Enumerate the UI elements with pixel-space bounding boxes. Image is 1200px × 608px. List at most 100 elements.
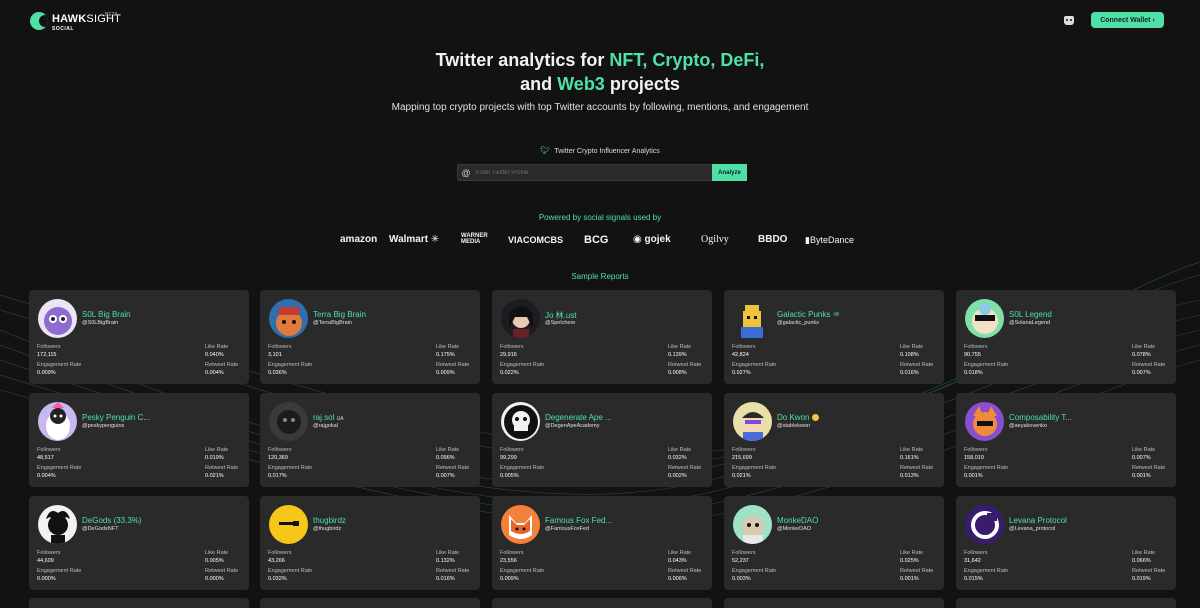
report-card-partial[interactable] bbox=[29, 598, 249, 608]
engagement-rate-value: 0.004% bbox=[37, 473, 56, 479]
top-header: HAWKSIGHT SOCIAL BETA Connect Wallet › bbox=[30, 10, 1164, 34]
brand-gojek-text: gojek bbox=[644, 234, 671, 245]
retweet-rate-label: Retweet Rate bbox=[436, 465, 470, 471]
report-card[interactable]: raj.sol UA @rajgokal Followers 120,369 E… bbox=[260, 393, 480, 487]
engagement-rate-label: Engagement Rate bbox=[964, 465, 1009, 471]
engagement-rate-label: Engagement Rate bbox=[500, 568, 545, 574]
like-rate-value: 0.139% bbox=[668, 352, 687, 358]
hero-title-highlight2: Web3 bbox=[557, 74, 605, 94]
followers-value: 52,237 bbox=[732, 558, 749, 564]
like-rate-label: Like Rate bbox=[205, 344, 229, 350]
hawksight-logo[interactable]: HAWKSIGHT SOCIAL BETA bbox=[30, 10, 121, 32]
gojek-circle-icon: ◉ bbox=[633, 234, 642, 245]
brand-bytedance-logo: ▮ByteDance bbox=[805, 232, 854, 248]
retweet-rate-value: 0.007% bbox=[436, 473, 455, 479]
analytics-label: 🐦︎ Twitter Crypto Influencer Analytics bbox=[0, 146, 1200, 155]
engagement-rate-value: 0.036% bbox=[268, 370, 287, 376]
report-card[interactable]: DeGods (33.3%) @DeGodsNFT Followers 44,6… bbox=[29, 496, 249, 590]
retweet-rate-value: 0.004% bbox=[205, 370, 224, 376]
card-name: Galactic Punks ♒ bbox=[777, 310, 840, 319]
engagement-rate-value: 0.021% bbox=[732, 473, 751, 479]
report-card[interactable]: Famous Fox Fed... @FamousFoxFed Follower… bbox=[492, 496, 712, 590]
retweet-rate-label: Retweet Rate bbox=[668, 465, 702, 471]
retweet-rate-value: 0.021% bbox=[205, 473, 224, 479]
like-rate-label: Like Rate bbox=[668, 447, 692, 453]
like-rate-value: 0.132% bbox=[436, 558, 455, 564]
report-card[interactable]: Pesky Penguin C... @peskypenguins Follow… bbox=[29, 393, 249, 487]
report-card-partial[interactable] bbox=[956, 598, 1176, 608]
report-card[interactable]: Terra Big Brain @TerraBigBrain Followers… bbox=[260, 290, 480, 384]
like-rate-label: Like Rate bbox=[436, 550, 460, 556]
report-card[interactable]: Degenerate Ape ... @DegenApeAcademy Foll… bbox=[492, 393, 712, 487]
followers-label: Followers bbox=[500, 447, 524, 453]
card-name: Terra Big Brain bbox=[313, 310, 366, 319]
card-handle: @thugbirdz bbox=[313, 526, 342, 532]
avatar bbox=[501, 505, 540, 544]
avatar bbox=[501, 299, 540, 338]
report-card[interactable]: Levana Protocol @Levana_protocol Followe… bbox=[956, 496, 1176, 590]
report-card[interactable]: S0L Big Brain @S0LBigBrain Followers 172… bbox=[29, 290, 249, 384]
report-card[interactable]: Galactic Punks ♒ @galactic_punks Followe… bbox=[724, 290, 944, 384]
avatar bbox=[965, 402, 1004, 441]
retweet-rate-label: Retweet Rate bbox=[436, 362, 470, 368]
engagement-rate-label: Engagement Rate bbox=[268, 568, 313, 574]
avatar bbox=[965, 505, 1004, 544]
report-card[interactable]: Composability T... @aeyakovenko Follower… bbox=[956, 393, 1176, 487]
connect-wallet-button[interactable]: Connect Wallet › bbox=[1091, 12, 1164, 28]
card-handle: @DeGodsNFT bbox=[82, 526, 119, 532]
like-rate-value: 0.096% bbox=[436, 455, 455, 461]
hero-subtitle: Mapping top crypto projects with top Twi… bbox=[391, 102, 809, 113]
card-name: DeGods (33.3%) bbox=[82, 516, 142, 525]
report-card-partial[interactable] bbox=[724, 598, 944, 608]
report-card[interactable]: S0L Legend @SolanaLegend Followers 90,75… bbox=[956, 290, 1176, 384]
avatar bbox=[38, 299, 77, 338]
card-name: Famous Fox Fed... bbox=[545, 516, 613, 525]
retweet-rate-value: 0.013% bbox=[900, 473, 919, 479]
report-card-partial[interactable] bbox=[260, 598, 480, 608]
like-rate-label: Like Rate bbox=[668, 550, 692, 556]
report-card[interactable]: MonkeDAO @MonkeDAO Followers 52,237 Enga… bbox=[724, 496, 944, 590]
card-handle: @galactic_punks bbox=[777, 320, 819, 326]
engagement-rate-label: Engagement Rate bbox=[732, 465, 777, 471]
retweet-rate-value: 0.007% bbox=[1132, 370, 1151, 376]
avatar bbox=[733, 402, 772, 441]
like-rate-value: 0.040% bbox=[205, 352, 224, 358]
followers-value: 48,517 bbox=[37, 455, 54, 461]
avatar bbox=[269, 505, 308, 544]
retweet-rate-label: Retweet Rate bbox=[668, 568, 702, 574]
engagement-rate-value: 0.000% bbox=[37, 576, 56, 582]
report-card-partial[interactable] bbox=[492, 598, 712, 608]
hero-title: Twitter analytics for NFT, Crypto, DeFi,… bbox=[0, 48, 1200, 96]
analytics-label-text: Twitter Crypto Influencer Analytics bbox=[554, 148, 660, 155]
followers-label: Followers bbox=[37, 447, 61, 453]
card-handle: @DegenApeAcademy bbox=[545, 423, 600, 429]
engagement-rate-value: 0.017% bbox=[268, 473, 287, 479]
twitter-profile-input[interactable] bbox=[474, 165, 712, 180]
analyze-button[interactable]: Analyze bbox=[712, 164, 747, 181]
report-card[interactable]: thugbirdz @thugbirdz Followers 43,266 En… bbox=[260, 496, 480, 590]
engagement-rate-value: 0.005% bbox=[500, 473, 519, 479]
like-rate-label: Like Rate bbox=[1132, 550, 1156, 556]
card-handle: @peskypenguins bbox=[82, 423, 125, 429]
discord-icon[interactable] bbox=[1064, 16, 1074, 25]
engagement-rate-label: Engagement Rate bbox=[37, 362, 82, 368]
retweet-rate-label: Retweet Rate bbox=[1132, 465, 1166, 471]
followers-value: 43,266 bbox=[268, 558, 285, 564]
followers-value: 23,556 bbox=[500, 558, 517, 564]
retweet-rate-label: Retweet Rate bbox=[900, 568, 934, 574]
like-rate-value: 0.108% bbox=[900, 352, 919, 358]
brand-viacomcbs-logo: VIACOMCBS bbox=[508, 235, 564, 245]
like-rate-label: Like Rate bbox=[1132, 344, 1156, 350]
card-handle: @Levana_protocol bbox=[1009, 526, 1056, 532]
card-name: Pesky Penguin C... bbox=[82, 413, 151, 422]
engagement-rate-label: Engagement Rate bbox=[964, 568, 1009, 574]
at-symbol: @ bbox=[461, 167, 471, 178]
followers-label: Followers bbox=[37, 550, 61, 556]
engagement-rate-value: 0.001% bbox=[964, 473, 983, 479]
report-card[interactable]: Jo 林.ust @Spelchere Followers 29,916 Eng… bbox=[492, 290, 712, 384]
brand-bytedance-text: ByteDance bbox=[809, 235, 854, 245]
brand-bcg-logo: BCG bbox=[584, 234, 609, 246]
followers-value: 44,609 bbox=[37, 558, 54, 564]
report-card[interactable]: Do Kwon @stablekwon Followers 215,699 En… bbox=[724, 393, 944, 487]
followers-label: Followers bbox=[732, 550, 756, 556]
